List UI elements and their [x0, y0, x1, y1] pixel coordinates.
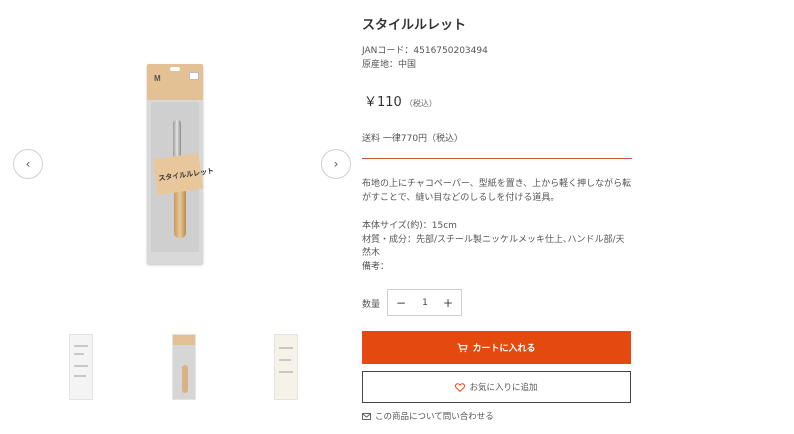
add-to-cart-button[interactable]: カートに入れる	[362, 331, 631, 364]
product-price: ￥110 （税込）	[364, 91, 437, 110]
thumbnail-1[interactable]	[69, 334, 93, 400]
hang-hole	[170, 67, 180, 71]
product-title: スタイルルレット	[362, 18, 467, 33]
thumbnail-text-line	[279, 371, 293, 373]
country-of-origin: 原産地：中国	[362, 60, 417, 70]
product-description: 布地の上にチャコペーパー、型紙を置き、上から軽く押しながら転がすことで、縫い目な…	[362, 179, 632, 203]
product-inquiry-link[interactable]: この商品について問い合わせる	[362, 410, 494, 422]
thumbnail-text-line	[74, 353, 84, 355]
product-material: 材質・成分：先部/スチール製ニッケルメッキ仕上､ハンドル部/天然木	[362, 235, 625, 258]
chevron-left-icon: ‹	[25, 157, 31, 171]
thumbnail-text-line	[279, 359, 291, 361]
add-to-favorites-button[interactable]: お気に入りに追加	[362, 371, 631, 403]
add-to-cart-label: カートに入れる	[472, 344, 536, 354]
add-to-favorites-label: お気に入りに追加	[469, 383, 538, 393]
product-size: 本体サイズ(約)：15cm	[362, 221, 457, 231]
quantity-decrease-button[interactable]: −	[390, 290, 412, 315]
heart-icon	[455, 382, 466, 392]
thumbnail-package-header	[173, 335, 195, 345]
mail-icon	[362, 412, 371, 420]
thumbnail-2[interactable]	[172, 334, 196, 400]
product-gallery: M スタイルルレット ‹ ›	[0, 0, 351, 434]
thumbnail-3[interactable]	[274, 334, 298, 400]
quantity-stepper: − +	[387, 289, 462, 316]
thumbnail-text-line	[74, 345, 88, 347]
thumbnail-text-line	[74, 375, 86, 377]
package-header: M	[147, 64, 203, 100]
thumbnail-tool-handle	[182, 365, 188, 393]
divider	[362, 158, 632, 159]
quantity-increase-button[interactable]: +	[437, 290, 459, 315]
chevron-right-icon: ›	[333, 157, 339, 171]
package-tag	[189, 72, 199, 80]
thumbnail-text-line	[74, 365, 88, 367]
shipping-info: 送料 一律770円（税込）	[362, 134, 464, 144]
thumbnail-strip	[0, 334, 350, 404]
gallery-next-button[interactable]: ›	[321, 149, 351, 179]
cart-icon	[457, 342, 469, 352]
price-tax-note: （税込）	[404, 99, 437, 108]
price-value: ￥110	[364, 95, 402, 110]
brand-logo: M	[154, 74, 161, 83]
thumbnail-text-line	[279, 347, 293, 349]
product-info: スタイルルレット JANコード：4516750203494 原産地：中国 ￥11…	[362, 0, 632, 434]
product-notes: 備考：	[362, 262, 390, 272]
gallery-prev-button[interactable]: ‹	[13, 149, 43, 179]
product-inquiry-label: この商品について問い合わせる	[375, 412, 494, 422]
package-label: スタイルルレット	[152, 152, 214, 196]
quantity-label: 数量	[362, 300, 381, 310]
package-label-text: スタイルルレット	[158, 167, 215, 183]
jan-code: JANコード：4516750203494	[362, 46, 488, 56]
product-main-image: M スタイルルレット	[147, 64, 214, 264]
quantity-input[interactable]	[414, 294, 436, 311]
